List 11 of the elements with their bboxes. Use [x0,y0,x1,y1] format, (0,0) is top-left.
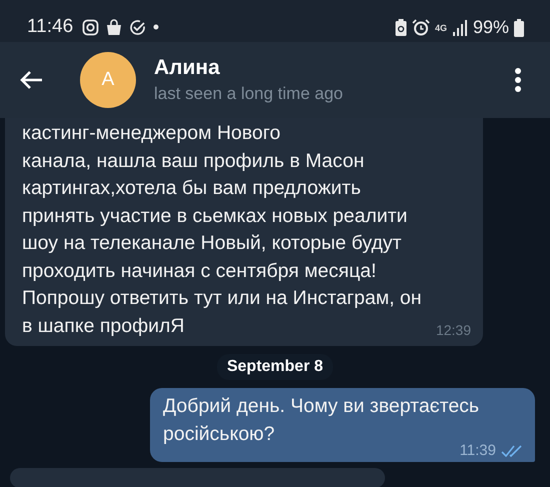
message-time: 11:39 [460,442,496,459]
message-text: Добрий день. Чому ви звертаєтесь російською? [163,394,480,444]
date-separator: September 8 [216,354,334,380]
contact-name: Алина [154,56,221,80]
last-seen-status: last seen a long time ago [154,84,344,104]
avatar[interactable]: А [80,52,136,108]
battery-percent: 99% [472,17,509,38]
network-type: 4G [434,22,447,32]
status-time: 11:46 [27,16,74,38]
message-text: кастинг-менеджером Нового канала, нашла ваш профиль в Масон картингах,хотела бы вам предложить принять участие в сьемках новых реалити шоу на телеканале Новый, которые будут проходить начиная с сентября месяца! Попрошу ответить тут или на Инстаграм, он в шапке профилЯ [22,121,422,338]
message-time: 12:39 [436,322,471,338]
